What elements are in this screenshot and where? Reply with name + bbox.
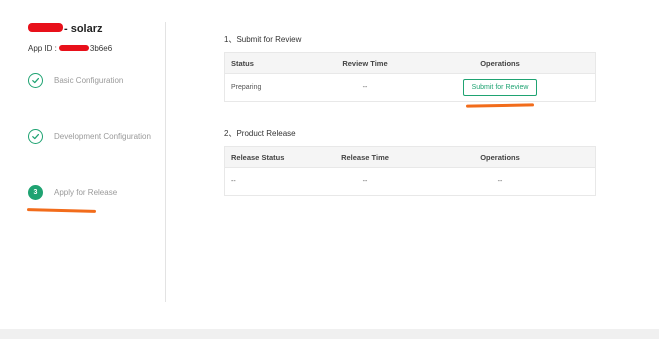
table-header: Status Review Time Operations <box>225 53 595 74</box>
review-time-cell: -- <box>362 84 368 91</box>
redaction-mark <box>58 45 89 51</box>
release-status-cell: -- <box>231 178 236 185</box>
step-number-icon: 3 <box>28 185 43 200</box>
column-header: Status <box>231 58 254 68</box>
check-circle-icon <box>28 73 43 88</box>
column-header: Operations <box>480 152 520 162</box>
table-row: Preparing -- Submit for Review <box>225 74 595 101</box>
step-label: Basic Configuration <box>54 76 124 85</box>
release-time-cell: -- <box>362 178 368 185</box>
app-id: App ID :3b6e6 <box>28 44 113 53</box>
step-label: Development Configuration <box>54 132 151 141</box>
column-header: Release Time <box>341 152 389 162</box>
app-name: - solarz <box>28 23 103 35</box>
status-cell: Preparing <box>231 84 262 91</box>
release-table: Release Status Release Time Operations -… <box>224 146 596 196</box>
operations-cell: -- <box>497 178 503 185</box>
column-header: Review Time <box>342 58 388 68</box>
section-title-review: 1、Submit for Review <box>224 35 302 44</box>
footer-bar <box>0 329 659 339</box>
annotation-underline <box>26 208 97 213</box>
table-row: -- -- -- <box>225 168 595 195</box>
step-apply-for-release[interactable]: 3 Apply for Release <box>28 185 117 200</box>
table-header: Release Status Release Time Operations <box>225 147 595 168</box>
operations-cell: Submit for Review <box>405 79 595 96</box>
section-title-release: 2、Product Release <box>224 129 296 138</box>
column-header: Release Status <box>231 152 285 162</box>
submit-for-review-button[interactable]: Submit for Review <box>462 79 538 96</box>
step-basic-configuration[interactable]: Basic Configuration <box>28 73 123 88</box>
step-label: Apply for Release <box>54 188 118 197</box>
redaction-mark <box>28 23 63 32</box>
review-table: Status Review Time Operations Preparing … <box>224 52 596 102</box>
check-circle-icon <box>28 129 43 144</box>
step-development-configuration[interactable]: Development Configuration <box>28 129 151 144</box>
annotation-underline <box>465 103 535 108</box>
column-header: Operations <box>480 58 520 68</box>
sidebar: - solarz App ID :3b6e6 Basic Configurati… <box>0 0 166 303</box>
sidebar-divider <box>165 22 166 302</box>
